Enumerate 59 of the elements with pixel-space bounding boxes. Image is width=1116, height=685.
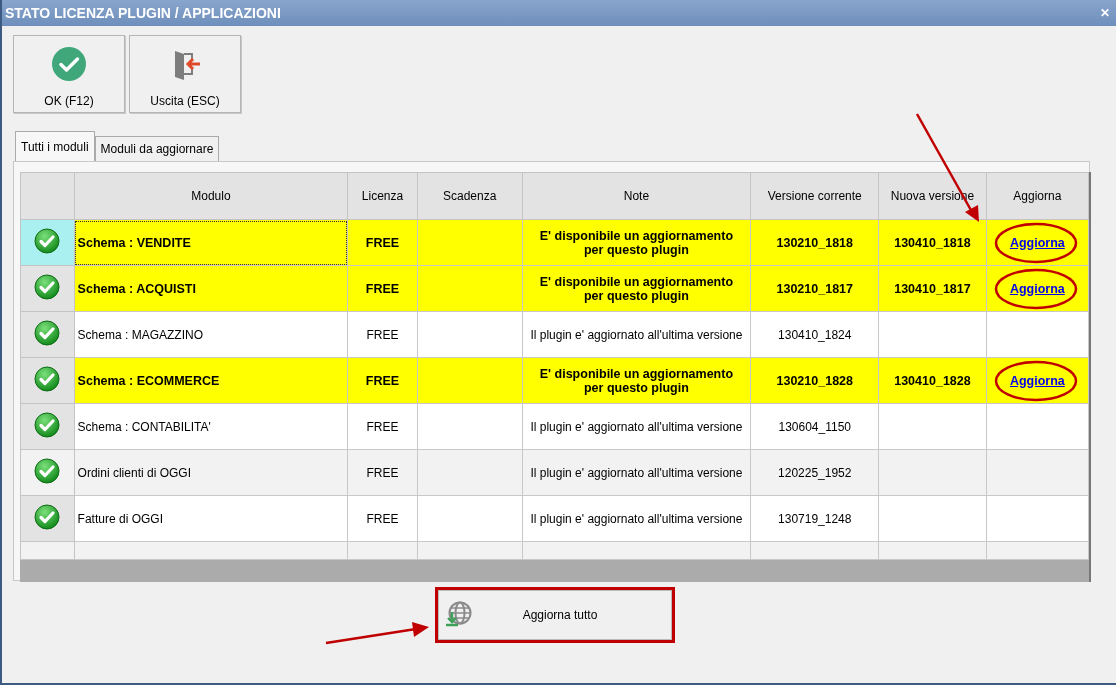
checkmark-icon [34, 228, 61, 254]
table-cell: Il plugin e' aggiornato all'ultima versione [522, 449, 751, 496]
table-cell: Schema : CONTABILITA' [74, 403, 348, 450]
table-cell: Il plugin e' aggiornato all'ultima versione [522, 403, 751, 450]
column-header[interactable]: Versione corrente [750, 172, 879, 220]
row-header[interactable] [20, 403, 75, 450]
table-cell: 130604_1150 [750, 403, 879, 450]
row-header[interactable] [20, 357, 75, 404]
table-cell: 130210_1817 [750, 265, 879, 312]
table-cell: 130410_1824 [750, 311, 879, 358]
column-header[interactable]: Scadenza [417, 172, 523, 220]
table-cell: Schema : ACQUISTI [74, 265, 348, 312]
table-cell: FREE [347, 449, 418, 496]
table-cell: E' disponibile un aggiornamento per questo plugin [522, 265, 751, 312]
tab[interactable]: Moduli da aggiornare [94, 136, 220, 161]
corner-header [20, 172, 75, 220]
column-header[interactable]: Aggiorna [986, 172, 1089, 220]
checkmark-icon [34, 366, 61, 392]
checkmark-icon [34, 412, 61, 438]
table-cell: FREE [347, 495, 418, 542]
checkmark-icon [34, 504, 61, 530]
row-header[interactable] [20, 311, 75, 358]
table-cell: FREE [347, 403, 418, 450]
table-cell: Fatture di OGGI [74, 495, 348, 542]
ok-button[interactable]: OK (F12) [13, 35, 125, 113]
checkmark-icon [34, 320, 61, 346]
table-cell: Schema : MAGAZZINO [74, 311, 348, 358]
table-cell: FREE [347, 219, 418, 266]
table-cell: Il plugin e' aggiornato all'ultima versione [522, 495, 751, 542]
column-header[interactable]: Licenza [347, 172, 418, 220]
column-header[interactable]: Note [522, 172, 751, 220]
update-all-button[interactable]: Aggiorna tutto [438, 590, 672, 640]
table-cell: Schema : VENDITE [74, 219, 348, 266]
table-cell: Schema : ECOMMERCE [74, 357, 348, 404]
window-title: STATO LICENZA PLUGIN / APPLICAZIONI [5, 5, 281, 21]
table-cell: 130210_1828 [750, 357, 879, 404]
row-header[interactable] [20, 449, 75, 496]
checkmark-icon [34, 274, 61, 300]
checkmark-icon [51, 45, 87, 82]
row-header[interactable] [20, 495, 75, 542]
table-cell: FREE [347, 265, 418, 312]
table-cell: FREE [347, 311, 418, 358]
checkmark-icon [34, 458, 61, 484]
table-cell: Il plugin e' aggiornato all'ultima versione [522, 311, 751, 358]
table-cell: 130410_1818 [878, 219, 987, 266]
table-cell: FREE [347, 357, 418, 404]
exit-button[interactable]: Uscita (ESC) [129, 35, 241, 113]
column-header[interactable]: Modulo [74, 172, 348, 220]
table-cell: Ordini clienti di OGGI [74, 449, 348, 496]
table-cell: 130410_1828 [878, 357, 987, 404]
table-cell: 120225_1952 [750, 449, 879, 496]
table-cell: 130410_1817 [878, 265, 987, 312]
row-header[interactable] [20, 265, 75, 312]
tab[interactable]: Tutti i moduli [15, 131, 95, 161]
table-cell: 130719_1248 [750, 495, 879, 542]
table-cell: E' disponibile un aggiornamento per questo plugin [522, 219, 751, 266]
row-header[interactable] [20, 219, 75, 266]
table-cell: 130210_1818 [750, 219, 879, 266]
table-cell: E' disponibile un aggiornamento per questo plugin [522, 357, 751, 404]
